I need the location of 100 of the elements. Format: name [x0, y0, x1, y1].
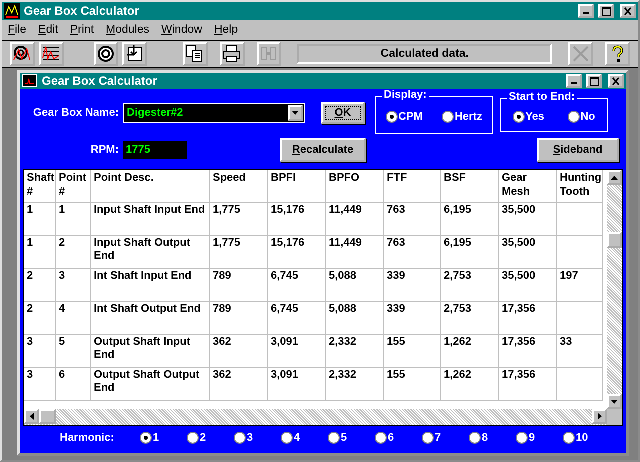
menu-item[interactable]: Window [160, 24, 204, 36]
radio-label: 4 [294, 432, 300, 444]
radio-button[interactable] [512, 111, 525, 123]
table-cell: 362 [210, 368, 268, 401]
radio-button[interactable] [140, 432, 152, 444]
menu-item[interactable]: Edit [36, 24, 60, 36]
close-button[interactable] [620, 4, 636, 18]
table-cell: 1 [56, 203, 91, 236]
table-cell: Input Shaft Output End [91, 236, 210, 269]
table-cell: 15,176 [268, 236, 326, 269]
minimize-icon [571, 82, 577, 84]
ok-button[interactable]: OK [321, 102, 365, 124]
radio-button[interactable] [187, 432, 199, 444]
group-title: Start to End: [507, 91, 577, 103]
toolbar-button[interactable] [605, 42, 630, 66]
toolbar-button[interactable] [94, 42, 118, 66]
table-cell: 35,500 [499, 203, 557, 236]
sideband-button[interactable]: Sideband [537, 138, 619, 162]
radio-button[interactable] [568, 111, 580, 123]
column-header: Shaft # [24, 170, 56, 203]
table-cell: 33 [557, 335, 603, 368]
maximize-button[interactable] [586, 74, 602, 88]
menu-item[interactable]: Print [68, 24, 96, 36]
scroll-thumb[interactable] [39, 409, 56, 424]
menu-item[interactable]: Help [212, 24, 240, 36]
table-cell: 5,088 [326, 269, 384, 302]
radio-button[interactable] [442, 111, 454, 123]
radio-button[interactable] [422, 432, 434, 444]
radio-button[interactable] [281, 432, 293, 444]
rpm-field[interactable]: 1775 [123, 141, 187, 159]
minimize-button[interactable] [566, 74, 582, 88]
table-cell: 3 [24, 335, 56, 368]
close-button[interactable] [608, 74, 624, 88]
table-cell: 35,500 [499, 236, 557, 269]
radio-label: 9 [529, 432, 536, 444]
toolbar-button[interactable] [122, 42, 148, 66]
table-cell: Input Shaft Input End [91, 203, 210, 236]
radio-button[interactable] [328, 432, 340, 444]
vertical-scrollbar[interactable] [607, 170, 622, 409]
table-cell: Int Shaft Input End [91, 269, 210, 302]
toolbar-button[interactable] [183, 42, 208, 66]
toolbar-button[interactable] [220, 42, 245, 66]
right-arrow-icon [598, 413, 602, 420]
minimize-icon [583, 12, 589, 14]
gear-box-name-dropdown[interactable]: Digester#2 [123, 103, 305, 123]
menu-item[interactable]: Modules [104, 24, 152, 36]
scroll-right-button[interactable] [592, 409, 607, 424]
table-cell: 2 [24, 269, 56, 302]
scroll-down-button[interactable] [607, 394, 622, 409]
toolbar-button[interactable] [10, 42, 35, 66]
import-icon [124, 44, 145, 64]
table-cell: 3 [24, 368, 56, 401]
radio-label: 6 [388, 432, 394, 444]
app-icon [4, 3, 20, 19]
scroll-left-button[interactable] [24, 409, 39, 424]
table-cell [557, 368, 603, 401]
toolbar-button[interactable] [38, 42, 64, 66]
table-cell: 197 [557, 269, 603, 302]
table-cell: 763 [384, 236, 441, 269]
printer-icon [222, 44, 242, 64]
table-cell: 789 [210, 269, 268, 302]
column-header: Point Desc. [91, 170, 210, 203]
window-title: Gear Box Calculator [42, 74, 158, 88]
scrollbar-corner [607, 409, 622, 425]
table-cell: 155 [384, 335, 441, 368]
table-cell: 35,500 [499, 269, 557, 302]
radio-label: 10 [576, 432, 588, 444]
radio-label: 2 [200, 432, 206, 444]
table-cell: 2,753 [441, 302, 499, 335]
radio-button[interactable] [234, 432, 246, 444]
table-cell: Int Shaft Output End [91, 302, 210, 335]
radio-button[interactable] [386, 111, 398, 123]
radio-button[interactable] [516, 432, 528, 444]
radio-label: CPM [398, 111, 423, 123]
horizontal-scrollbar[interactable] [24, 409, 607, 425]
menu-item[interactable]: File [6, 24, 29, 36]
radio-button[interactable] [469, 432, 481, 444]
close-icon [570, 44, 591, 64]
recalculate-button[interactable]: Recalculate [280, 138, 366, 162]
table-cell: 6,195 [441, 236, 499, 269]
table-cell: 11,449 [326, 236, 384, 269]
scroll-thumb[interactable] [607, 232, 622, 248]
column-header: BSF [441, 170, 499, 203]
column-header: BPFI [268, 170, 326, 203]
maximize-button[interactable] [598, 4, 614, 18]
up-arrow-icon [611, 176, 618, 180]
table-cell: 1,775 [210, 203, 268, 236]
table-cell: 15,176 [268, 203, 326, 236]
scroll-up-button[interactable] [607, 170, 622, 185]
copy-icon [185, 44, 206, 64]
radio-button[interactable] [563, 432, 575, 444]
harmonic-label: Harmonic: [60, 432, 116, 444]
chart-window-icon [22, 74, 38, 88]
radio-label: 8 [482, 432, 488, 444]
table-cell: 1 [24, 236, 56, 269]
radio-button[interactable] [375, 432, 387, 444]
table-cell: 2,753 [441, 269, 499, 302]
minimize-button[interactable] [578, 4, 594, 18]
table-cell: Output Shaft Output End [91, 368, 210, 401]
status-field: Calculated data. [297, 44, 552, 64]
